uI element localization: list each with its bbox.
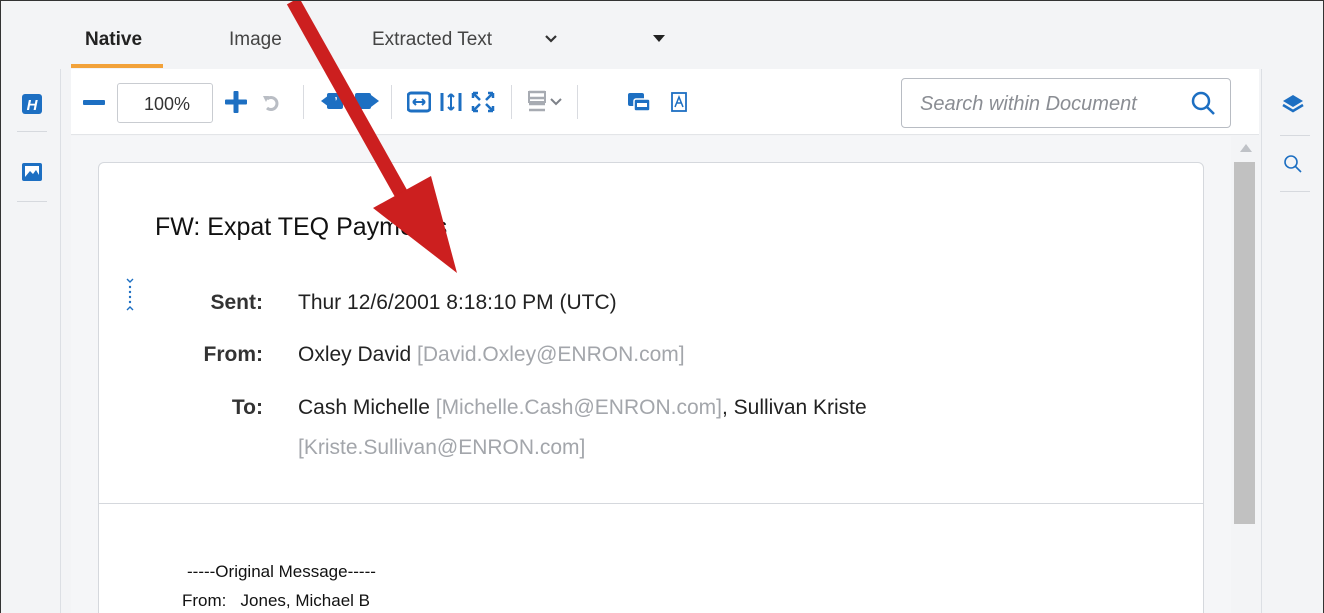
from-label: From: bbox=[203, 343, 264, 366]
rail-divider bbox=[1280, 191, 1310, 192]
rail-divider bbox=[1280, 135, 1310, 136]
original-from-line: From: Jones, Michael B bbox=[182, 591, 371, 610]
highlight-icon[interactable]: H bbox=[21, 93, 43, 115]
to-label: To: bbox=[231, 396, 263, 419]
image-icon[interactable] bbox=[21, 161, 43, 183]
to-email-2: [Kriste.Sullivan@ENRON.com] bbox=[298, 436, 586, 459]
from-value: Oxley David [David.Oxley@ENRON.com] bbox=[298, 343, 685, 367]
left-rail: H bbox=[1, 69, 61, 613]
document-search-input[interactable]: Search within Document bbox=[901, 78, 1231, 128]
header-body-divider bbox=[99, 503, 1203, 504]
fit-height-icon[interactable] bbox=[439, 91, 463, 113]
zoom-level-input[interactable]: 100% bbox=[117, 83, 213, 123]
to-separator: , bbox=[721, 396, 728, 419]
print-image-icon[interactable] bbox=[627, 91, 653, 113]
page-layout-icon[interactable] bbox=[527, 89, 567, 115]
more-tabs-caret-icon[interactable] bbox=[651, 33, 667, 45]
rail-divider bbox=[17, 131, 47, 132]
search-panel-icon[interactable] bbox=[1282, 153, 1304, 175]
right-rail bbox=[1261, 69, 1323, 613]
extracted-text-dropdown-icon[interactable] bbox=[543, 31, 559, 47]
to-name-2: Sullivan Kriste bbox=[733, 396, 867, 419]
scroll-thumb[interactable] bbox=[1234, 162, 1255, 524]
layers-icon[interactable] bbox=[1282, 93, 1304, 115]
email-document: FW: Expat TEQ Payments Sent: Thur 12/6/2… bbox=[98, 162, 1204, 613]
fit-width-icon[interactable] bbox=[407, 91, 431, 113]
toolbar-divider bbox=[303, 85, 304, 119]
active-tab-indicator bbox=[71, 64, 163, 68]
to-email-1: [Michelle.Cash@ENRON.com] bbox=[435, 396, 722, 419]
reset-zoom-icon[interactable] bbox=[261, 93, 281, 113]
sent-value: Thur 12/6/2001 8:18:10 PM (UTC) bbox=[298, 291, 617, 314]
tab-native[interactable]: Native bbox=[85, 29, 142, 51]
viewer-tab-bar: Native Image Extracted Text bbox=[61, 1, 1261, 69]
from-email: [David.Oxley@ENRON.com] bbox=[417, 343, 685, 366]
fullscreen-icon[interactable] bbox=[471, 91, 495, 113]
document-scrollbar[interactable] bbox=[1231, 136, 1261, 613]
email-subject: FW: Expat TEQ Payments bbox=[155, 213, 448, 241]
search-placeholder: Search within Document bbox=[920, 93, 1137, 115]
tab-extracted-text[interactable]: Extracted Text bbox=[372, 29, 492, 51]
from-name: Oxley David bbox=[298, 343, 412, 366]
collapse-headers-icon[interactable] bbox=[123, 277, 137, 317]
viewer-toolbar: 100% ʼ Search within Document bbox=[71, 69, 1259, 135]
rail-divider bbox=[17, 201, 47, 202]
tab-image[interactable]: Image bbox=[229, 29, 282, 51]
search-icon[interactable] bbox=[1190, 90, 1216, 121]
to-name-1: Cash Michelle bbox=[298, 396, 430, 419]
svg-text:ʼ: ʼ bbox=[334, 96, 337, 108]
original-message-separator: -----Original Message----- bbox=[187, 562, 376, 581]
svg-text:H: H bbox=[27, 97, 39, 114]
scroll-up-arrow-icon[interactable] bbox=[1240, 144, 1252, 152]
document-pane: FW: Expat TEQ Payments Sent: Thur 12/6/2… bbox=[71, 136, 1231, 613]
sent-label: Sent: bbox=[210, 291, 264, 314]
zoom-in-icon[interactable] bbox=[225, 91, 247, 113]
to-value-line-1: Cash Michelle [Michelle.Cash@ENRON.com],… bbox=[298, 396, 867, 420]
toolbar-divider bbox=[577, 85, 578, 119]
rotate-right-icon[interactable] bbox=[353, 89, 379, 113]
toolbar-divider bbox=[391, 85, 392, 119]
document-viewer: Native Image Extracted Text H 100% ʼ Sea… bbox=[0, 0, 1324, 613]
pdf-icon[interactable] bbox=[669, 91, 689, 113]
zoom-out-icon[interactable] bbox=[83, 93, 105, 113]
toolbar-divider bbox=[511, 85, 512, 119]
rotate-left-icon[interactable]: ʼ bbox=[321, 89, 347, 113]
